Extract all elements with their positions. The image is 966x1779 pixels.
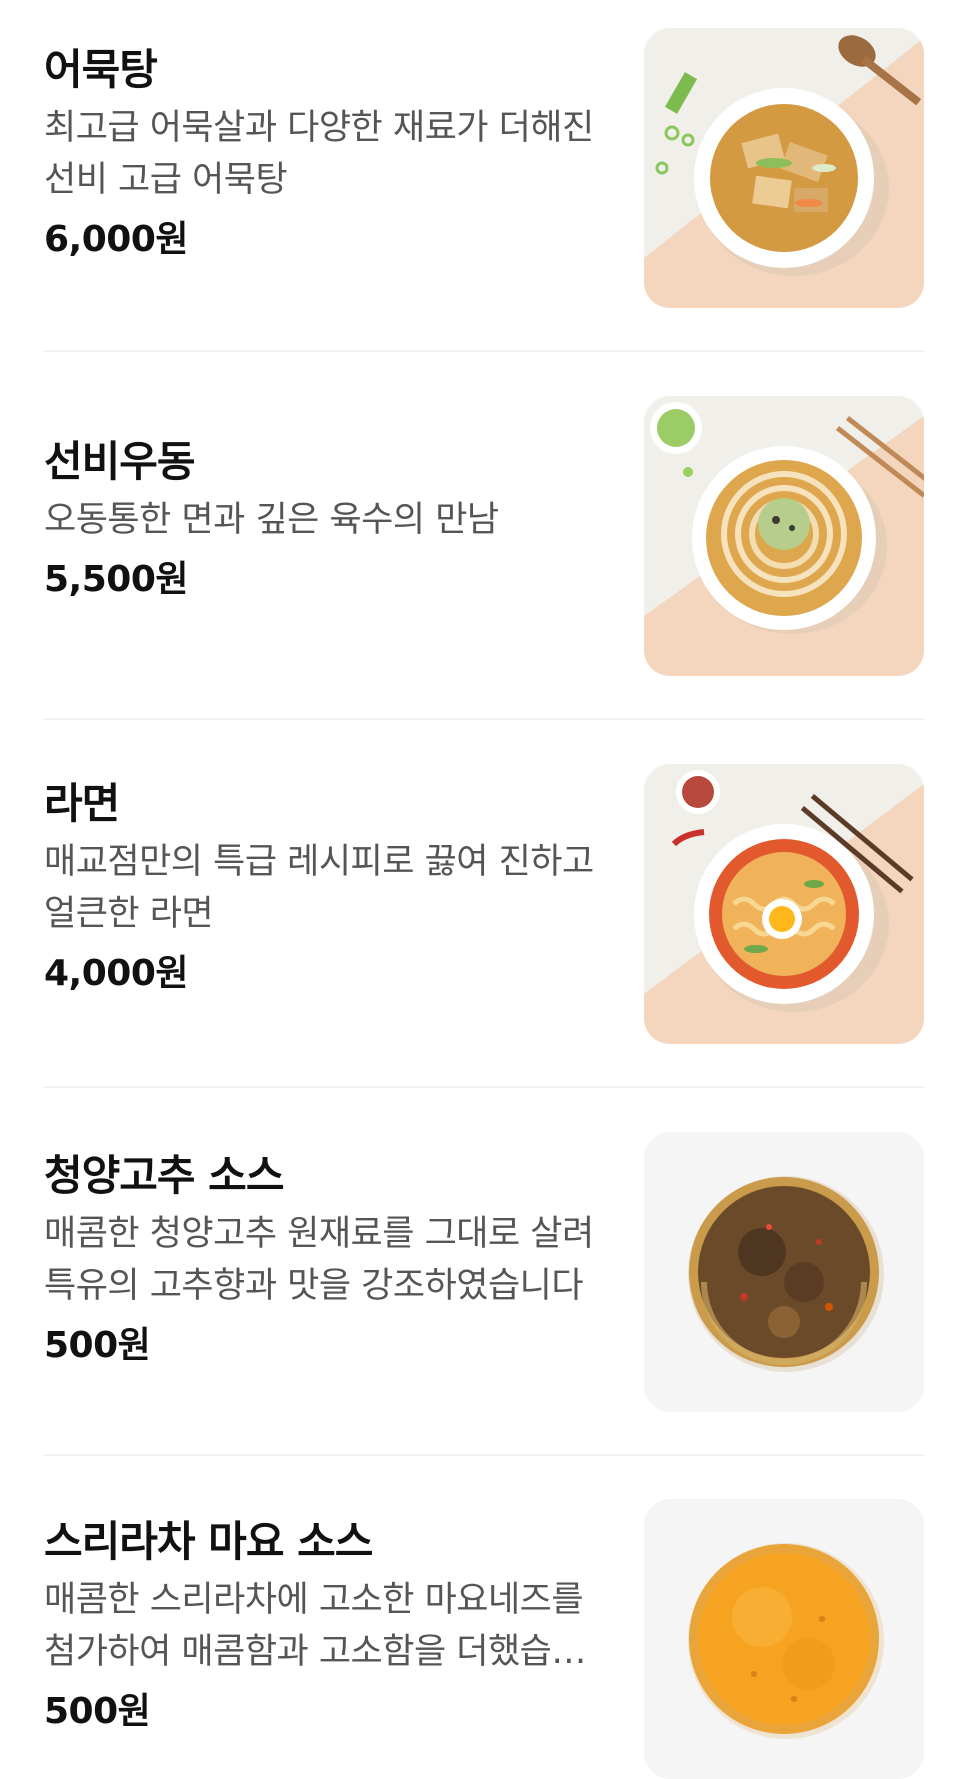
udon-photo[interactable] bbox=[644, 396, 924, 676]
menu-item-udon[interactable]: 선비우동 오동통한 면과 깊은 육수의 만남 5,500원 bbox=[0, 352, 966, 718]
menu-item-description: 매콤한 청양고추 원재료를 그대로 살려 특유의 고추향과 맛을 강조하였습니다 bbox=[44, 1214, 594, 1306]
ramen-photo[interactable] bbox=[644, 764, 924, 1044]
menu-item-price: 500원 bbox=[44, 1691, 151, 1732]
menu-item-cheongyang-sauce[interactable]: 청양고추 소스 매콤한 청양고추 원재료를 그대로 살려 특유의 고추향과 맛을… bbox=[0, 1088, 966, 1454]
menu-item-name: 청양고추 소스 bbox=[44, 1151, 284, 1200]
menu-item-name: 라면 bbox=[44, 779, 120, 828]
menu-item-text: 선비우동 오동통한 면과 깊은 육수의 만남 5,500원 bbox=[44, 436, 604, 604]
menu-item-price: 500원 bbox=[44, 1325, 151, 1366]
menu-item-text: 스리라차 마요 소스 매콤한 스리라차에 고소한 마요네즈를 첨가하여 매콤함과… bbox=[44, 1516, 604, 1736]
menu-item-name: 스리라차 마요 소스 bbox=[44, 1517, 373, 1566]
menu-item-description: 최고급 어묵살과 다양한 재료가 더해진 선비 고급 어묵탕 bbox=[44, 108, 594, 200]
menu-list: 어묵탕 최고급 어묵살과 다양한 재료가 더해진 선비 고급 어묵탕 6,000… bbox=[0, 0, 966, 1779]
menu-item-ramen[interactable]: 라면 매교점만의 특급 레시피로 끓여 진하고 얼큰한 라면 4,000원 bbox=[0, 720, 966, 1086]
menu-item-price: 6,000원 bbox=[44, 219, 189, 260]
menu-item-sriracha-mayo-sauce[interactable]: 스리라차 마요 소스 매콤한 스리라차에 고소한 마요네즈를 첨가하여 매콤함과… bbox=[0, 1456, 966, 1779]
menu-item-description: 매콤한 스리라차에 고소한 마요네즈를 첨가하여 매콤함과 고소함을 더했습니다 bbox=[44, 1580, 584, 1672]
menu-item-price: 4,000원 bbox=[44, 953, 189, 994]
menu-item-name: 선비우동 bbox=[44, 437, 196, 486]
menu-item-description: 오동통한 면과 깊은 육수의 만남 bbox=[44, 500, 499, 540]
fishcake-soup-photo[interactable] bbox=[644, 28, 924, 308]
menu-item-description: 매교점만의 특급 레시피로 끓여 진하고 얼큰한 라면 bbox=[44, 842, 594, 934]
menu-item-fishcake-soup[interactable]: 어묵탕 최고급 어묵살과 다양한 재료가 더해진 선비 고급 어묵탕 6,000… bbox=[0, 0, 966, 350]
cheongyang-pepper-sauce-photo[interactable] bbox=[644, 1132, 924, 1412]
menu-item-name: 어묵탕 bbox=[44, 45, 158, 94]
sriracha-mayo-sauce-photo[interactable] bbox=[644, 1499, 924, 1779]
menu-item-text: 어묵탕 최고급 어묵살과 다양한 재료가 더해진 선비 고급 어묵탕 6,000… bbox=[44, 44, 604, 264]
menu-item-text: 청양고추 소스 매콤한 청양고추 원재료를 그대로 살려 특유의 고추향과 맛을… bbox=[44, 1150, 604, 1370]
menu-item-price: 5,500원 bbox=[44, 559, 189, 600]
menu-item-text: 라면 매교점만의 특급 레시피로 끓여 진하고 얼큰한 라면 4,000원 bbox=[44, 778, 604, 998]
